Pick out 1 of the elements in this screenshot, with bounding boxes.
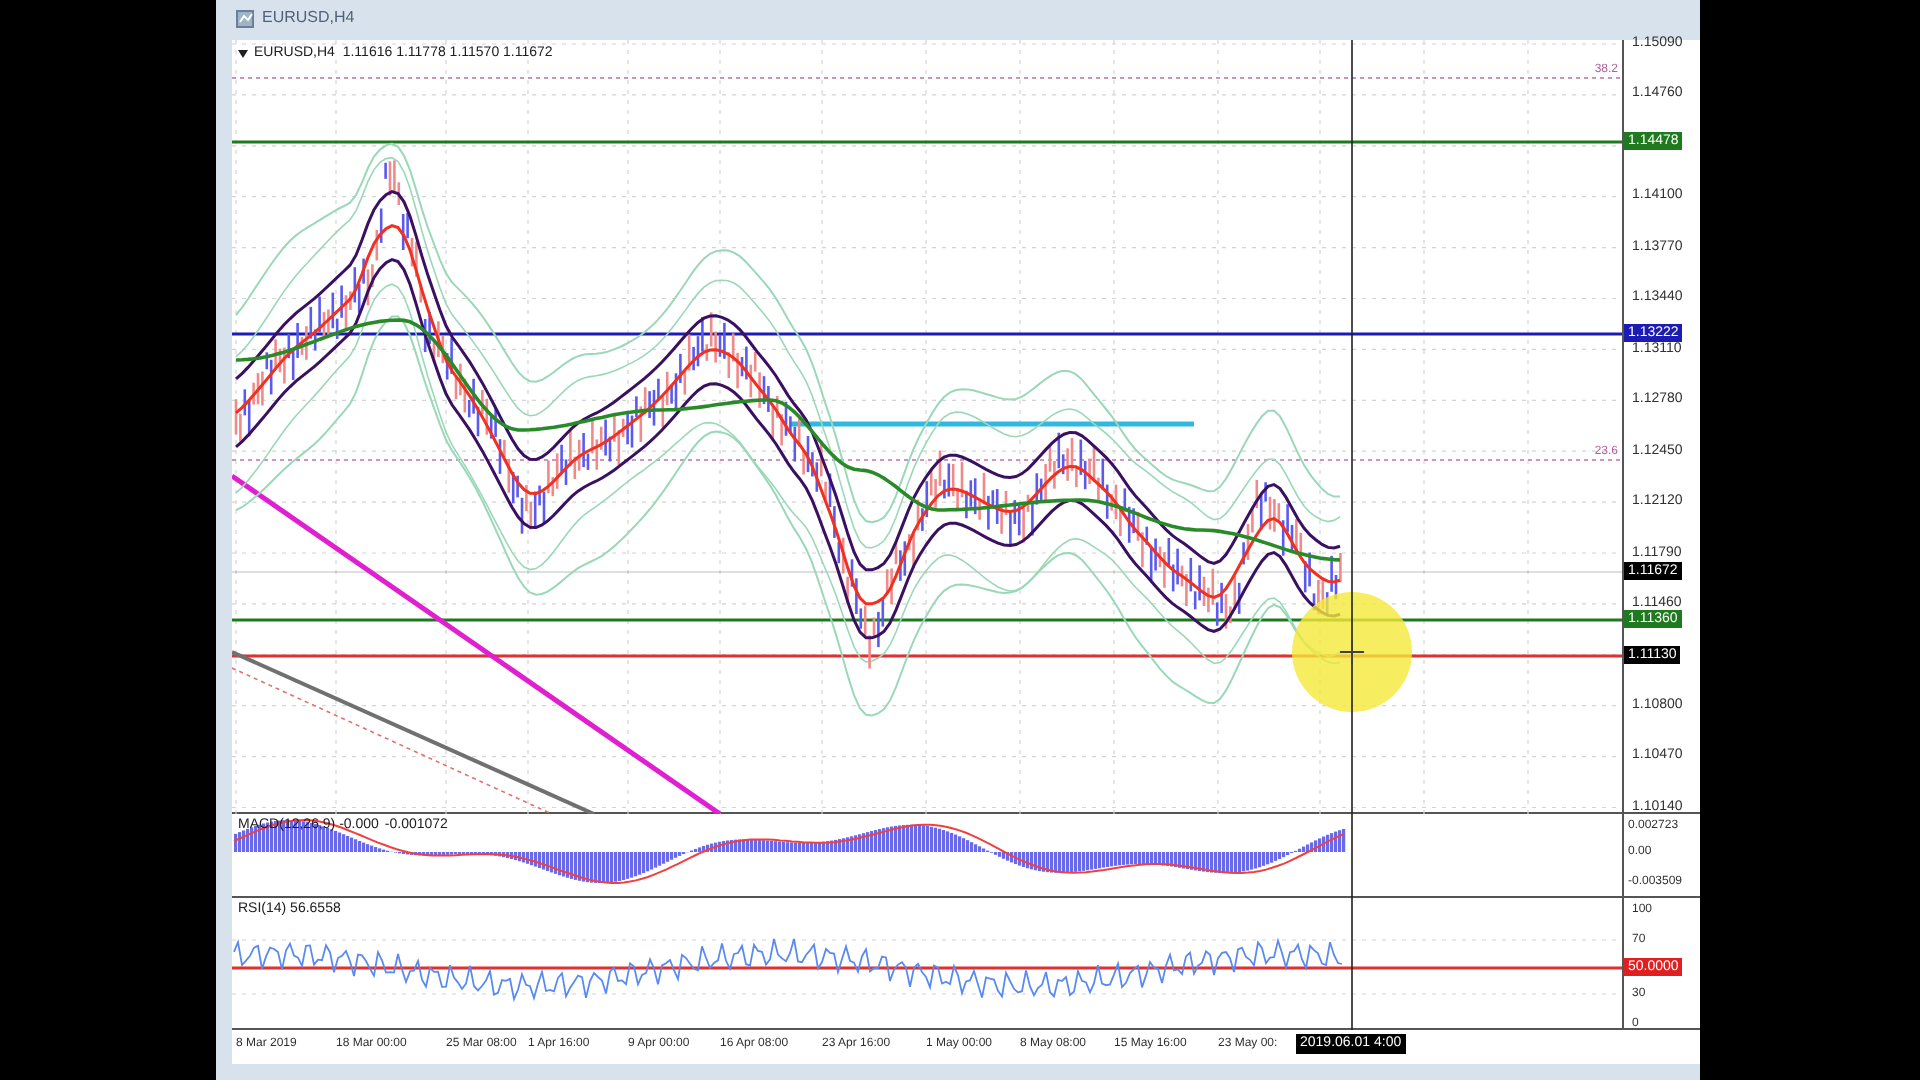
window-title: EURUSD,H4	[262, 6, 355, 30]
